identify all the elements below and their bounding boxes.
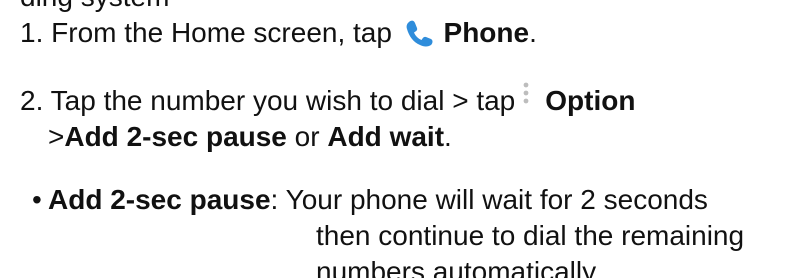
truncated-top-text: ding system — [20, 0, 169, 14]
step-text: From the Home screen, tap — [51, 17, 392, 48]
connector-text: or — [286, 121, 328, 152]
phone-icon — [404, 18, 434, 48]
step-number: 1. — [20, 17, 44, 48]
menu-path-prefix: > — [48, 121, 65, 152]
add-wait-label: Add wait — [327, 121, 445, 152]
step-1: 1. From the Home screen, tap Phone. — [20, 16, 537, 50]
step-period: . — [529, 17, 537, 48]
add-pause-label: Add 2-sec pause — [64, 121, 287, 152]
step-2-continuation: >Add 2-sec pause or Add wait. — [48, 120, 452, 154]
bullet-item: • Add 2-sec pause: Your phone will wait f… — [32, 182, 792, 278]
bullet-desc-line1: Your phone will wait for 2 seconds — [285, 184, 708, 215]
step-2: 2. Tap the number you wish to dial > tap… — [20, 82, 636, 118]
bullet-separator: : — [270, 184, 279, 215]
bullet-list: • Add 2-sec pause: Your phone will wait f… — [32, 182, 792, 278]
bullet-term: Add 2-sec pause — [48, 184, 271, 215]
phone-label: Phone — [443, 17, 530, 48]
option-label: Option — [545, 85, 636, 116]
truncated-text: ding system — [20, 0, 169, 12]
bullet-marker: • — [32, 184, 42, 215]
bullet-desc-line2: then continue to dial the remaining — [316, 220, 745, 251]
step-number: 2. — [20, 85, 44, 116]
instruction-page: ding system 1. From the Home screen, tap… — [0, 0, 810, 278]
bullet-desc-line3: numbers automatically. — [316, 256, 602, 278]
kebab-menu-icon — [517, 80, 535, 110]
step-period: . — [444, 121, 452, 152]
step-text: Tap the number you wish to dial > tap — [50, 85, 516, 116]
